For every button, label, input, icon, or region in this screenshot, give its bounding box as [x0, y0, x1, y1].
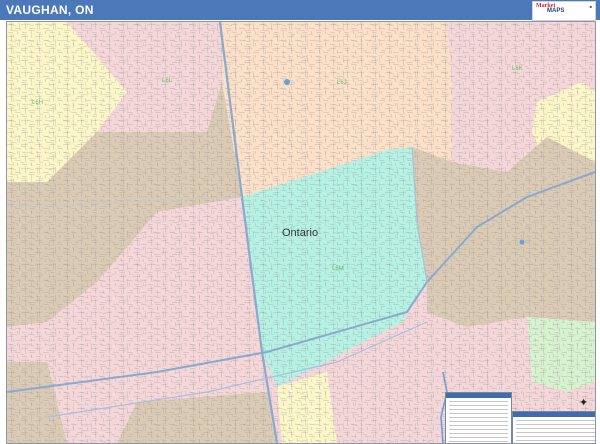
zip-index-header [513, 412, 595, 417]
map-svg: Ontario L6J L6L L6H L6K L6M [7, 22, 595, 443]
zip-label-5: L6M [332, 266, 344, 272]
pond [284, 79, 290, 85]
legend-panel [445, 392, 512, 443]
zip-label-3: L6H [32, 100, 43, 106]
map-canvas[interactable]: Ontario L6J L6L L6H L6K L6M ✦ [6, 21, 596, 444]
zip-label-4: L6K [512, 66, 523, 72]
logo-badge: ■ [589, 4, 592, 9]
logo-text-main: MAPS [547, 8, 565, 14]
brand-logo: Market MAPS ■ [532, 1, 596, 21]
zip-label-2: L6L [162, 78, 173, 84]
zip-index-panel [512, 411, 595, 443]
title-bar: VAUGHAN, ON Market MAPS ■ [0, 0, 600, 21]
zip-label-1: L6J [337, 80, 347, 86]
pond-east [519, 239, 525, 245]
north-arrow-icon: ✦ [579, 397, 589, 409]
region-label: Ontario [282, 227, 318, 239]
map-title: VAUGHAN, ON [6, 3, 94, 17]
legend-header [446, 393, 511, 398]
